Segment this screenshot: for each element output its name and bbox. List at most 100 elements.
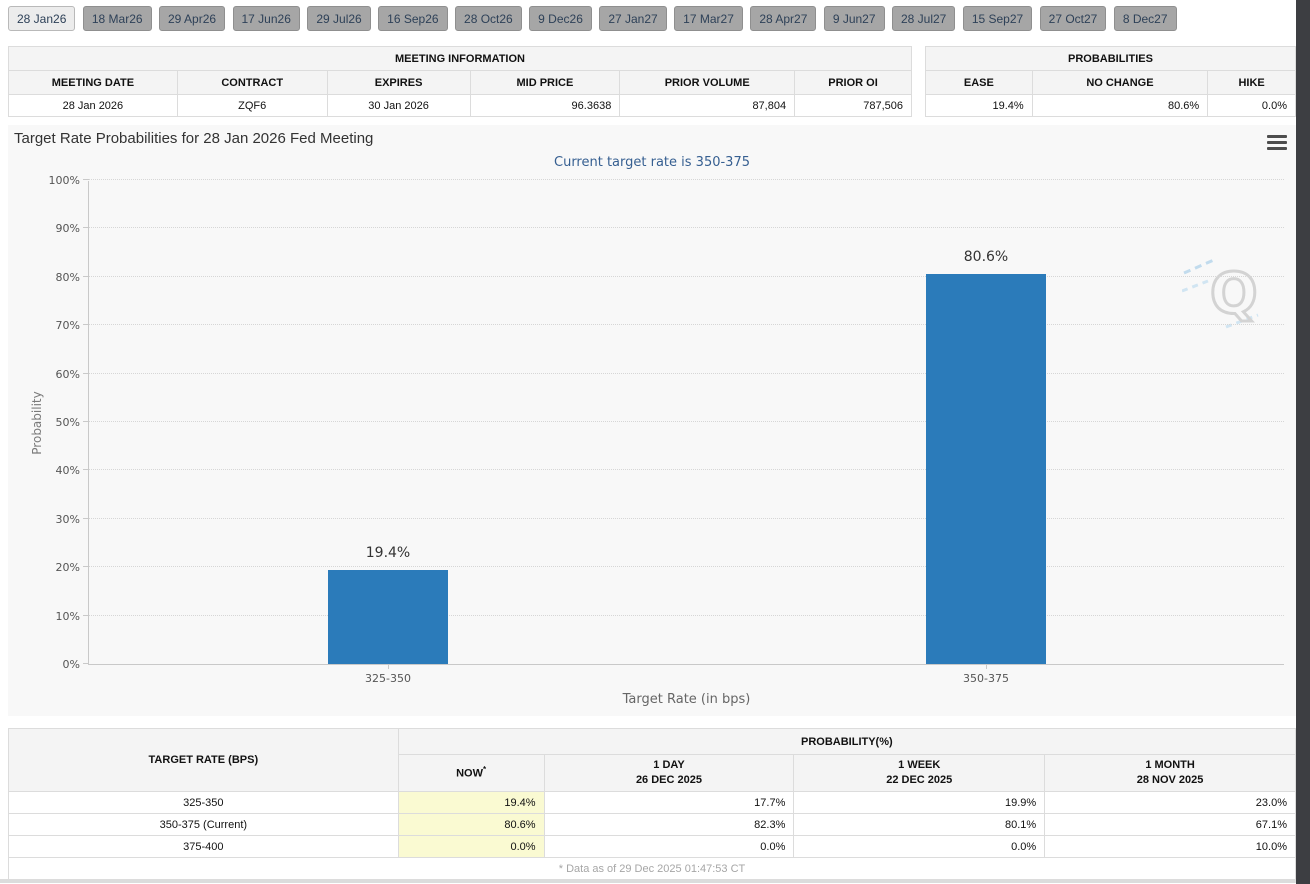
month-probability-cell: 23.0% [1045,792,1296,814]
gridline [89,518,1284,519]
y-axis-tick [83,566,89,567]
gridline [89,469,1284,470]
gridline [89,615,1284,616]
x-axis-tick-label: 325-350 [365,672,411,685]
probability-bar [328,570,448,664]
col-header-ease: EASE [926,71,1033,95]
y-axis-tick-label: 70% [56,319,80,332]
y-axis-tick-label: 10% [56,610,80,623]
table-row: 350-375 (Current) 80.6% 82.3% 80.1% 67.1… [9,814,1296,836]
col-header-1-week: 1 WEEK22 DEC 2025 [794,755,1045,792]
y-axis-tick-label: 20% [56,561,80,574]
y-axis-tick [83,518,89,519]
chart-subtitle: Current target rate is 350-375 [8,155,1296,170]
prior-volume-value: 87,804 [620,95,795,117]
tab-meeting-13[interactable]: 15 Sep27 [963,6,1032,31]
prior-oi-value: 787,506 [795,95,912,117]
col-header-contract: CONTRACT [177,71,327,95]
meeting-information-table: MEETING INFORMATION MEETING DATE CONTRAC… [8,46,912,117]
tab-meeting-12[interactable]: 28 Jul27 [892,6,955,31]
target-rate-cell: 375-400 [9,836,399,858]
fedwatch-app: 28 Jan26 18 Mar26 29 Apr26 17 Jun26 29 J… [0,0,1310,884]
tab-meeting-7[interactable]: 9 Dec26 [529,6,592,31]
now-probability-cell: 19.4% [398,792,544,814]
probability-history-table: TARGET RATE (BPS) PROBABILITY(%) NOW* 1 … [8,728,1296,880]
table-row: 375-400 0.0% 0.0% 0.0% 10.0% [9,836,1296,858]
quikstrike-q-logo-icon: Q [1182,247,1268,333]
tab-meeting-1[interactable]: 18 Mar26 [83,6,152,31]
tab-meeting-4[interactable]: 29 Jul26 [307,6,370,31]
gridline [89,421,1284,422]
gridline [89,566,1284,567]
day-probability-cell: 17.7% [544,792,794,814]
col-header-target-rate-bps: TARGET RATE (BPS) [9,729,399,792]
x-axis-tick-label: 350-375 [963,672,1009,685]
tab-meeting-9[interactable]: 17 Mar27 [674,6,743,31]
tab-meeting-10[interactable]: 28 Apr27 [750,6,816,31]
col-header-1-month: 1 MONTH28 NOV 2025 [1045,755,1296,792]
bar-value-label: 19.4% [366,545,410,561]
mid-price-value: 96.3638 [470,95,620,117]
col-header-mid-price: MID PRICE [470,71,620,95]
contract-value: ZQF6 [177,95,327,117]
col-header-meeting-date: MEETING DATE [9,71,178,95]
tab-meeting-11[interactable]: 9 Jun27 [824,6,885,31]
col-group-header-probability: PROBABILITY(%) [398,729,1295,755]
gridline [89,227,1284,228]
y-axis-tick [83,276,89,277]
x-axis-tick [388,664,389,669]
ease-value: 19.4% [926,95,1033,117]
y-axis-tick-label: 60% [56,368,80,381]
gridline [89,324,1284,325]
vertical-scrollbar[interactable] [1296,0,1310,884]
probabilities-table: PROBABILITIES EASE NO CHANGE HIKE 19.4% … [925,46,1296,117]
now-probability-cell: 80.6% [398,814,544,836]
hamburger-menu-icon[interactable] [1267,135,1287,150]
target-rate-cell: 325-350 [9,792,399,814]
tab-meeting-15[interactable]: 8 Dec27 [1114,6,1177,31]
y-axis-tick [83,324,89,325]
y-axis-tick-label: 0% [63,658,80,671]
y-axis-tick-label: 50% [56,416,80,429]
col-header-prior-volume: PRIOR VOLUME [620,71,795,95]
tab-meeting-14[interactable]: 27 Oct27 [1040,6,1107,31]
y-axis-title: Probability [30,391,44,454]
tab-meeting-5[interactable]: 16 Sep26 [378,6,447,31]
tab-meeting-2[interactable]: 29 Apr26 [159,6,225,31]
no-change-value: 80.6% [1032,95,1207,117]
col-header-no-change: NO CHANGE [1032,71,1207,95]
y-axis-tick [83,663,89,664]
probability-bar [926,274,1046,664]
week-probability-cell: 80.1% [794,814,1045,836]
y-axis-tick [83,373,89,374]
bottom-divider [0,879,1296,883]
y-axis-tick [83,179,89,180]
table-row: 325-350 19.4% 17.7% 19.9% 23.0% [9,792,1296,814]
plot-area: Probability Target Rate (in bps) Q 0%10%… [88,181,1284,665]
gridline [89,179,1284,180]
now-probability-cell: 0.0% [398,836,544,858]
data-as-of-footnote: * Data as of 29 Dec 2025 01:47:53 CT [9,858,1296,880]
meeting-date-value: 28 Jan 2026 [9,95,178,117]
y-axis-tick-label: 90% [56,222,80,235]
col-header-hike: HIKE [1208,71,1296,95]
probabilities-title: PROBABILITIES [926,47,1296,71]
day-probability-cell: 0.0% [544,836,794,858]
y-axis-tick-label: 30% [56,513,80,526]
y-axis-tick [83,615,89,616]
expires-value: 30 Jan 2026 [327,95,470,117]
y-axis-tick [83,469,89,470]
col-header-1-day: 1 DAY26 DEC 2025 [544,755,794,792]
y-axis-tick-label: 80% [56,271,80,284]
chart-title: Target Rate Probabilities for 28 Jan 202… [14,130,373,147]
tab-meeting-0[interactable]: 28 Jan26 [8,6,75,31]
tab-meeting-3[interactable]: 17 Jun26 [233,6,300,31]
target-rate-probability-chart: Target Rate Probabilities for 28 Jan 202… [8,125,1296,716]
hike-value: 0.0% [1208,95,1296,117]
month-probability-cell: 10.0% [1045,836,1296,858]
month-probability-cell: 67.1% [1045,814,1296,836]
tab-meeting-8[interactable]: 27 Jan27 [599,6,666,31]
week-probability-cell: 19.9% [794,792,1045,814]
meeting-date-tabstrip: 28 Jan26 18 Mar26 29 Apr26 17 Jun26 29 J… [0,0,1296,40]
tab-meeting-6[interactable]: 28 Oct26 [455,6,522,31]
